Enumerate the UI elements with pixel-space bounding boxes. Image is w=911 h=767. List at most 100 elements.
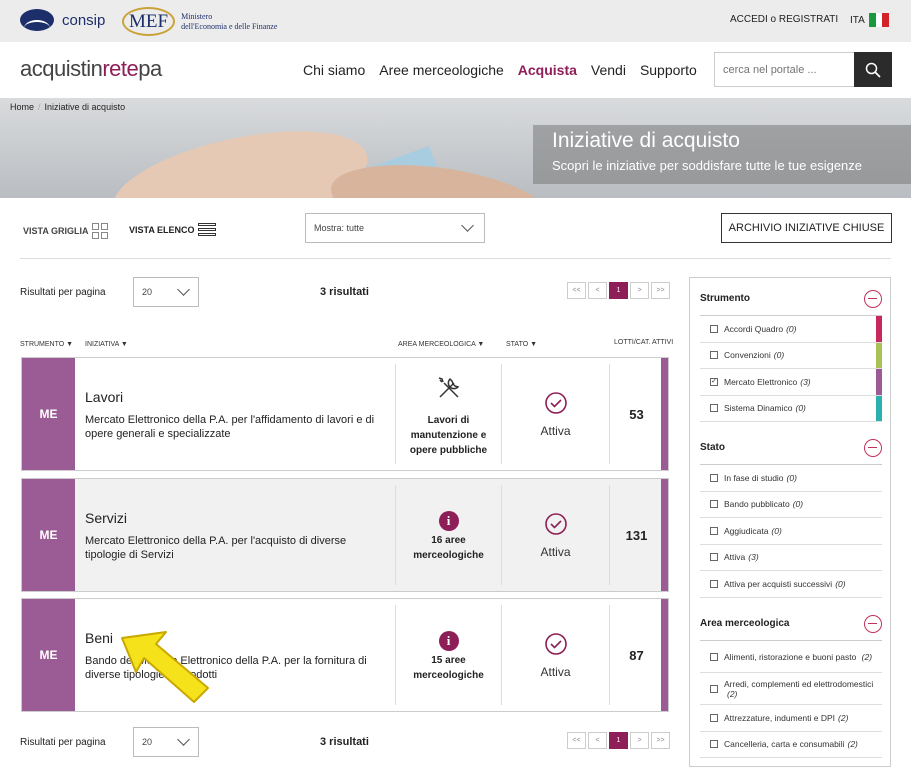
filter-option[interactable]: Aggiudicata (0) — [700, 518, 882, 545]
filter-option[interactable]: Arredi, complementi ed elettrodomestici … — [700, 673, 882, 705]
mef-label: MEF — [122, 7, 176, 36]
filter-option[interactable]: Bando pubblicato (0) — [700, 492, 882, 518]
nav-supporto[interactable]: Supporto — [640, 62, 697, 78]
main-header: acquistinretepa Chi siamo Aree merceolog… — [0, 42, 911, 98]
filter-option[interactable]: Sistema Dinamico (0) — [700, 395, 882, 422]
chevron-down-icon — [461, 219, 474, 232]
per-page-select-bottom[interactable]: 20 — [133, 727, 199, 757]
pager-last[interactable]: >> — [651, 732, 670, 749]
pager-next[interactable]: > — [630, 732, 649, 749]
col-iniziativa[interactable]: INIZIATIVA ▼ — [85, 341, 128, 348]
archive-closed-button[interactable]: ARCHIVIO INIZIATIVE CHIUSE — [721, 213, 892, 243]
filter-option[interactable]: In fase di studio (0) — [700, 465, 882, 492]
per-page-select[interactable]: 20 — [133, 277, 199, 307]
checkbox-checked[interactable]: ✓ — [710, 377, 718, 386]
collapse-icon[interactable] — [864, 614, 882, 633]
filter-option[interactable]: Alimenti, ristorazione e buoni pasto (2) — [700, 641, 882, 673]
pager-first[interactable]: << — [567, 732, 586, 749]
consip-label: consip — [62, 11, 106, 29]
initiative-row-lavori[interactable]: ME Lavori Mercato Elettronico della P.A.… — [21, 357, 669, 471]
nav-chi-siamo[interactable]: Chi siamo — [303, 62, 365, 78]
search-icon — [865, 62, 881, 78]
row-color-bar — [661, 358, 668, 470]
grid-view-label: VISTA GRIGLIA — [23, 226, 89, 236]
filter-area: Area merceologica Alimenti, ristorazione… — [700, 607, 882, 758]
area-label: 16 aree merceologiche — [413, 535, 484, 561]
per-page-value: 20 — [142, 287, 153, 297]
acquistinretepa-logo[interactable]: acquistinretepa — [20, 56, 162, 82]
area-cell[interactable]: i 15 aree merceologiche — [395, 605, 502, 705]
row-color-bar — [661, 599, 668, 711]
list-view-label: VISTA ELENCO — [129, 224, 195, 235]
filter-option[interactable]: Convenzioni (0) — [700, 342, 882, 369]
initiative-name[interactable]: Servizi — [85, 510, 127, 526]
initiative-row-servizi[interactable]: ME Servizi Mercato Elettronico della P.A… — [21, 478, 669, 592]
checkbox[interactable] — [710, 740, 718, 749]
view-toolbar: VISTA GRIGLIA VISTA ELENCO Mostra: tutte… — [0, 198, 911, 258]
main-nav: Chi siamo Aree merceologiche Acquista Ve… — [303, 62, 697, 78]
initiative-name[interactable]: Lavori — [85, 389, 123, 405]
login-register-link[interactable]: ACCEDI o REGISTRATI — [730, 14, 838, 25]
language-label: ITA — [850, 14, 865, 26]
pager-prev[interactable]: < — [588, 732, 607, 749]
col-strumento[interactable]: STRUMENTO ▼ — [20, 341, 73, 348]
collapse-icon[interactable] — [864, 289, 882, 308]
filter-strumento: Strumento Accordi Quadro (0) Convenzioni(… — [700, 282, 882, 422]
list-view-toggle[interactable]: VISTA ELENCO — [129, 223, 216, 236]
col-lotti: LOTTI/CAT. ATTIVI — [614, 339, 674, 346]
filter-option[interactable]: Attiva (3) — [700, 545, 882, 571]
show-filter-value: Mostra: tutte — [314, 223, 365, 233]
filter-option[interactable]: Attiva per acquisti successivi (0) — [700, 571, 882, 598]
stato-label: Attiva — [540, 665, 571, 679]
filter-area-header[interactable]: Area merceologica — [700, 607, 882, 641]
filter-option[interactable]: Attrezzature, indumenti e DPI (2) — [700, 705, 882, 732]
language-selector[interactable]: ITA — [850, 13, 889, 27]
checkbox[interactable] — [710, 553, 718, 562]
italy-flag-icon — [868, 13, 889, 27]
pager-page-1[interactable]: 1 — [609, 282, 628, 299]
breadcrumb-separator: / — [38, 102, 41, 112]
mef-logo[interactable]: MEF Ministero dell'Economia e delle Fina… — [122, 7, 277, 36]
lotti-count: 87 — [629, 647, 644, 663]
filter-option[interactable]: ✓ Mercato Elettronico (3) — [700, 369, 882, 396]
breadcrumb-home[interactable]: Home — [10, 102, 34, 112]
consip-logo[interactable]: consip — [20, 9, 105, 31]
show-filter-select[interactable]: Mostra: tutte — [305, 213, 485, 243]
divider — [20, 258, 891, 259]
checkbox[interactable] — [710, 652, 718, 661]
filter-strumento-header[interactable]: Strumento — [700, 282, 882, 316]
search-input[interactable] — [715, 53, 854, 86]
page-subtitle: Scopri le iniziative per soddisfare tutt… — [552, 158, 863, 173]
pager-last[interactable]: >> — [651, 282, 670, 299]
breadcrumb-current: Iniziative di acquisto — [44, 102, 126, 112]
filter-option[interactable]: Cancelleria, carta e consumabili (2) — [700, 732, 882, 758]
stato-cell: Attiva — [502, 485, 610, 585]
pager-prev[interactable]: < — [588, 282, 607, 299]
col-area-merceologica[interactable]: AREA MERCEOLOGICA ▼ — [398, 341, 484, 348]
nav-acquista[interactable]: Acquista — [518, 62, 577, 78]
filter-stato-header[interactable]: Stato — [700, 431, 882, 465]
checkbox[interactable] — [710, 579, 718, 588]
filter-option[interactable]: Accordi Quadro (0) — [700, 316, 882, 343]
collapse-icon[interactable] — [864, 438, 882, 457]
color-marker — [876, 395, 882, 421]
col-stato[interactable]: STATO ▼ — [506, 341, 537, 348]
checkbox[interactable] — [710, 351, 718, 360]
pager-next[interactable]: > — [630, 282, 649, 299]
area-cell[interactable]: i 16 aree merceologiche — [395, 485, 502, 585]
nav-vendi[interactable]: Vendi — [591, 62, 626, 78]
checkbox[interactable] — [710, 404, 718, 413]
pager-first[interactable]: << — [567, 282, 586, 299]
checkbox[interactable] — [710, 500, 718, 509]
checkbox[interactable] — [710, 684, 718, 693]
checkbox[interactable] — [710, 324, 718, 333]
checkbox[interactable] — [710, 473, 718, 482]
grid-view-toggle[interactable]: VISTA GRIGLIA — [23, 223, 108, 239]
checkbox[interactable] — [710, 713, 718, 722]
pager-page-1[interactable]: 1 — [609, 732, 628, 749]
filter-sidebar: Strumento Accordi Quadro (0) Convenzioni(… — [689, 277, 891, 767]
nav-aree-merceologiche[interactable]: Aree merceologiche — [379, 62, 504, 78]
breadcrumb: Home / Iniziative di acquisto — [10, 102, 125, 112]
checkbox[interactable] — [710, 526, 718, 535]
search-button[interactable] — [854, 52, 892, 87]
